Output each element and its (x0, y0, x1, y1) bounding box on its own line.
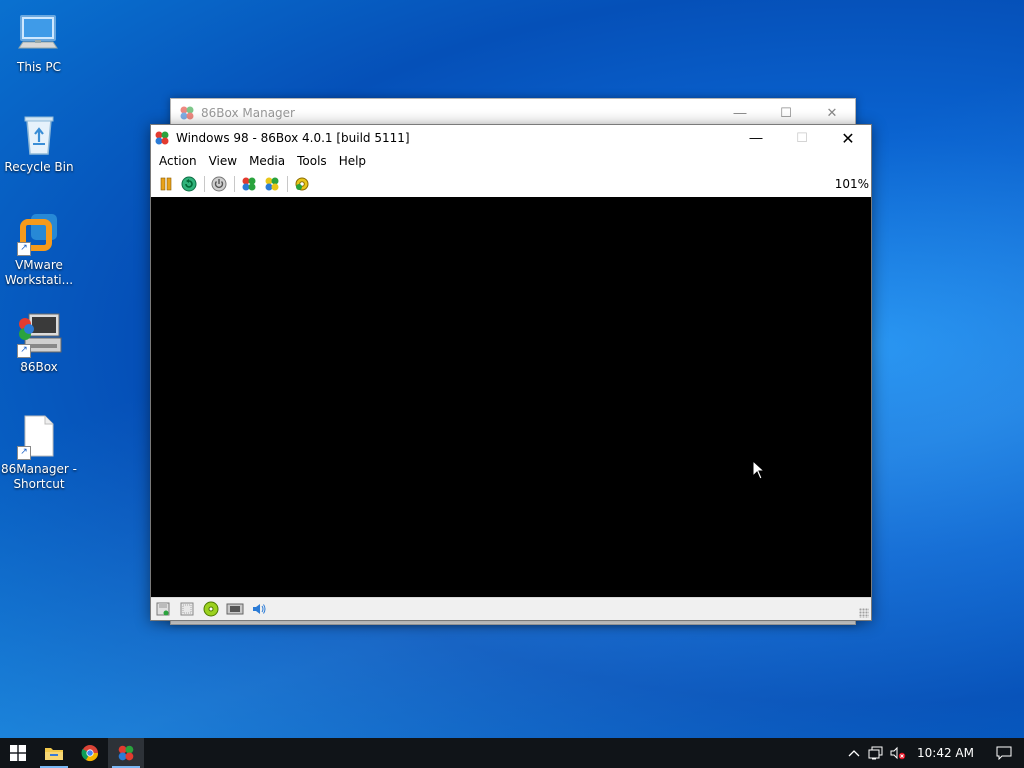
reset-icon[interactable] (178, 173, 200, 195)
vm-window[interactable]: Windows 98 - 86Box 4.0.1 [build 5111] ― … (150, 124, 872, 621)
network-status-icon[interactable] (865, 738, 887, 768)
manager-title-bar[interactable]: 86Box Manager ― ☐ ✕ (171, 99, 855, 127)
maximize-button[interactable]: ☐ (763, 99, 809, 127)
desktop-icon-label: VMware Workstati... (4, 258, 74, 287)
power-icon[interactable] (208, 173, 230, 195)
menu-bar: Action View Media Tools Help (151, 151, 871, 171)
resize-grip[interactable] (859, 608, 869, 618)
toolbar-separator (204, 176, 205, 192)
system-tray: 10:42 AM (843, 738, 1024, 768)
recycle-bin-icon (15, 110, 63, 158)
shortcut-arrow-icon: ↗ (17, 344, 31, 358)
shortcut-arrow-icon: ↗ (17, 446, 31, 460)
toolbar-separator (234, 176, 235, 192)
minimize-button[interactable]: ― (717, 99, 763, 127)
86box-taskbar-icon[interactable] (108, 738, 144, 768)
desktop-icon-this-pc[interactable]: This PC (1, 10, 77, 75)
maximize-button: ☐ (796, 130, 808, 146)
chrome-icon[interactable] (72, 738, 108, 768)
ctrl-alt-esc-icon[interactable] (261, 173, 283, 195)
menu-media[interactable]: Media (243, 154, 291, 168)
pause-icon[interactable] (155, 173, 177, 195)
emulator-screen[interactable] (151, 197, 871, 597)
file-explorer-icon[interactable] (36, 738, 72, 768)
vmware-icon: ↗ (15, 208, 63, 256)
floppy-drive-2-icon[interactable] (177, 600, 197, 618)
desktop-icon-label: This PC (17, 60, 61, 74)
86box-app-icon (154, 130, 170, 146)
desktop-icon-86manager-shortcut[interactable]: ↗ 86Manager - Shortcut (1, 412, 77, 492)
vm-title-bar[interactable]: Windows 98 - 86Box 4.0.1 [build 5111] ― … (151, 125, 871, 151)
close-button[interactable]: ✕ (809, 99, 855, 127)
ctrl-alt-del-icon[interactable] (238, 173, 260, 195)
menu-view[interactable]: View (203, 154, 243, 168)
taskbar: 10:42 AM (0, 738, 1024, 768)
manager-title-text: 86Box Manager (201, 106, 295, 120)
desktop-icon-vmware[interactable]: ↗ VMware Workstati... (1, 208, 77, 288)
mouse-cursor-icon (752, 459, 766, 483)
menu-action[interactable]: Action (153, 154, 203, 168)
menu-help[interactable]: Help (333, 154, 372, 168)
shortcut-arrow-icon: ↗ (17, 242, 31, 256)
desktop-icon-label: 86Manager - Shortcut (1, 462, 78, 491)
desktop-icon-recycle-bin[interactable]: Recycle Bin (1, 110, 77, 175)
toolbar: 101% (151, 171, 871, 197)
status-bar (151, 597, 871, 620)
network-icon[interactable] (225, 600, 245, 618)
start-icon[interactable] (0, 738, 36, 768)
minimize-button[interactable]: ― (733, 125, 779, 151)
floppy-drive-icon[interactable] (153, 600, 173, 618)
action-center-icon[interactable] (984, 738, 1024, 768)
toolbar-separator (287, 176, 288, 192)
clock[interactable]: 10:42 AM (909, 746, 984, 760)
desktop-icon-label: Recycle Bin (4, 160, 74, 174)
86box-app-icon (179, 105, 195, 121)
close-button[interactable]: ✕ (825, 125, 871, 151)
menu-tools[interactable]: Tools (291, 154, 333, 168)
chevron-up-icon[interactable] (843, 738, 865, 768)
blank-file-icon: ↗ (15, 412, 63, 460)
desktop-icon-label: 86Box (20, 360, 58, 374)
desktop-icon-86box[interactable]: ↗ 86Box (1, 310, 77, 375)
zoom-level: 101% (834, 177, 869, 191)
cdrom-icon[interactable] (201, 600, 221, 618)
vm-title-text: Windows 98 - 86Box 4.0.1 [build 5111] (176, 131, 410, 145)
computer-icon (15, 10, 63, 58)
volume-muted-icon[interactable] (887, 738, 909, 768)
86box-icon: ↗ (15, 310, 63, 358)
settings-icon[interactable] (291, 173, 313, 195)
sound-icon[interactable] (249, 600, 269, 618)
